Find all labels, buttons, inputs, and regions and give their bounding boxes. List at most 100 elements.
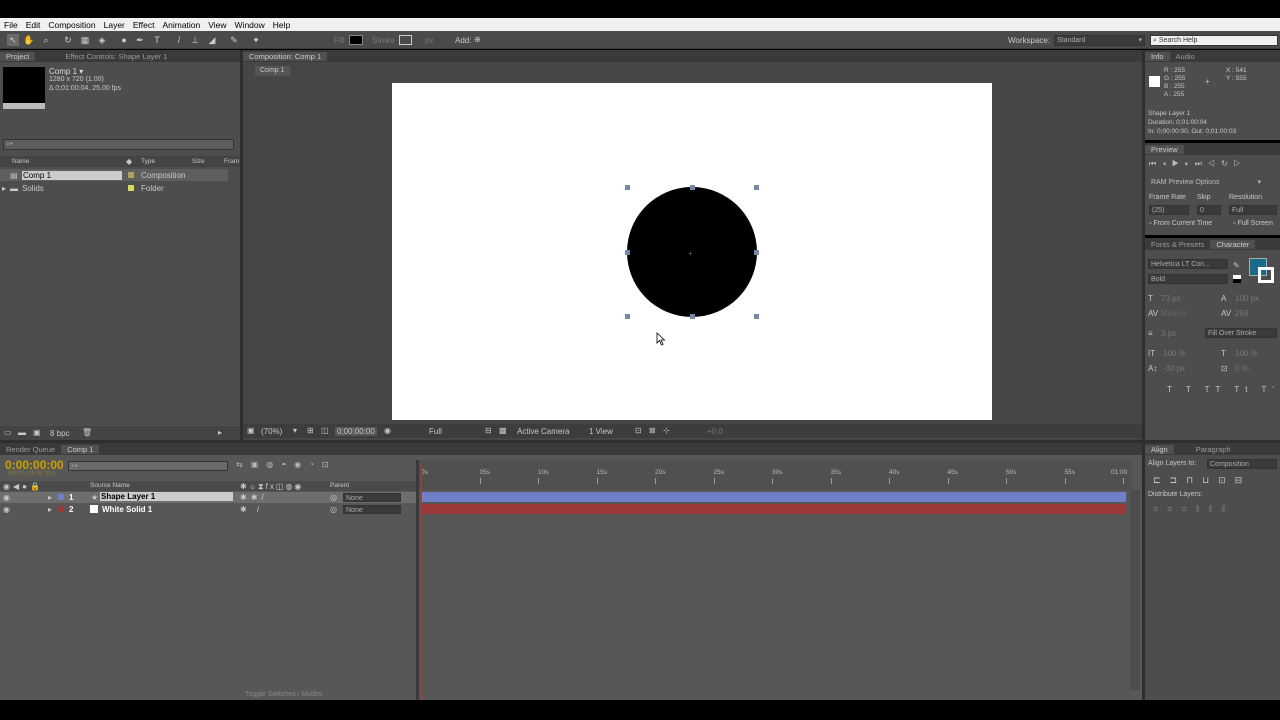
menu-layer[interactable]: Layer: [100, 20, 129, 30]
motion-blur-icon[interactable]: ◔: [309, 460, 322, 469]
rotate-tool-icon[interactable]: ↻: [62, 34, 74, 46]
parent-select[interactable]: None: [343, 493, 401, 502]
play-icon[interactable]: ▶: [1172, 159, 1185, 168]
tab-effect-controls[interactable]: Effect Controls: Shape Layer 1: [35, 52, 173, 61]
col-type[interactable]: Type: [141, 158, 155, 165]
menu-help[interactable]: Help: [269, 20, 294, 30]
eraser-tool-icon[interactable]: ◢: [206, 34, 218, 46]
ellipse-tool-icon[interactable]: ●: [118, 34, 130, 46]
menu-effect[interactable]: Effect: [129, 20, 159, 30]
menu-animation[interactable]: Animation: [158, 20, 204, 30]
stroke-mode-select[interactable]: Fill Over Stroke: [1205, 328, 1277, 338]
layout-icon[interactable]: ⊡: [635, 426, 642, 435]
col-name[interactable]: Name: [12, 158, 29, 165]
col-size[interactable]: Size: [192, 158, 205, 165]
grid-icon[interactable]: ⊞: [307, 426, 314, 435]
visibility-icon[interactable]: ◉: [3, 493, 10, 502]
new-comp-icon[interactable]: ▣: [33, 428, 41, 437]
loop-icon[interactable]: ↻: [1221, 159, 1234, 168]
stroke-swatch[interactable]: [399, 35, 412, 45]
time-ruler[interactable]: 0s 05s 10s 15s 20s 25s 30s 35s 40s 45s 50s 55s 01:00: [419, 460, 1132, 490]
prev-frame-icon[interactable]: ◂: [1162, 159, 1172, 168]
playback-controls[interactable]: ⏮◂▶▸⏭◁↻▷: [1149, 159, 1279, 171]
graph-editor-icon[interactable]: ⊡: [322, 460, 337, 469]
tracking-value[interactable]: 259: [1235, 309, 1248, 318]
draft-3d-icon[interactable]: ◍: [266, 460, 281, 469]
menu-view[interactable]: View: [204, 20, 230, 30]
stroke-width-value[interactable]: 3 px: [1161, 329, 1176, 338]
search-help-input[interactable]: ⌕ Search Help: [1150, 35, 1278, 46]
kerning-value[interactable]: Metrics: [1161, 309, 1187, 318]
tab-info[interactable]: Info: [1145, 51, 1170, 61]
horizontal-scale-value[interactable]: 100 %: [1235, 349, 1258, 358]
bit-depth[interactable]: 8 bpc: [50, 429, 70, 438]
handle-bottom[interactable]: [690, 314, 695, 319]
align-buttons[interactable]: ⊏⊐⊓⊔⊡⊟: [1153, 475, 1251, 486]
ram-preview-options[interactable]: RAM Preview Options ▾: [1149, 178, 1261, 188]
handle-top-right[interactable]: [754, 185, 759, 190]
snapshot-icon[interactable]: ◉: [384, 426, 391, 435]
frame-rate-select[interactable]: (25): [1149, 205, 1189, 215]
menu-composition[interactable]: Composition: [44, 20, 99, 30]
resolution-select[interactable]: Full: [1229, 205, 1277, 215]
eyedropper-icon[interactable]: ✎: [1233, 261, 1240, 270]
font-family-select[interactable]: Helvetica LT Con...: [1148, 259, 1228, 269]
pickwhip-icon[interactable]: ◎: [330, 493, 337, 502]
handle-top[interactable]: [690, 185, 695, 190]
camera-tool-icon[interactable]: ▦: [79, 34, 91, 46]
col-source-name[interactable]: Source Name: [90, 482, 130, 489]
handle-right[interactable]: [754, 250, 759, 255]
breadcrumb[interactable]: Comp 1: [255, 66, 290, 76]
puppet-pin-icon[interactable]: ✦: [250, 34, 262, 46]
pickwhip-icon[interactable]: ◎: [330, 505, 337, 514]
tab-character[interactable]: Character: [1210, 239, 1256, 249]
live-update-icon[interactable]: ▣: [251, 460, 267, 469]
interpret-icon[interactable]: ▭: [4, 428, 12, 437]
flowchart-icon[interactable]: ⊹: [663, 426, 670, 435]
ram-preview-icon[interactable]: ▷: [1234, 159, 1247, 168]
shy-icon[interactable]: ◓: [281, 460, 294, 469]
menu-edit[interactable]: Edit: [22, 20, 45, 30]
handle-bottom-left[interactable]: [625, 314, 630, 319]
roto-brush-icon[interactable]: ✎: [228, 34, 240, 46]
table-row[interactable]: ◉ ▸ 1 ★ Shape Layer 1 ✱✱/ ◎ None: [0, 492, 416, 503]
type-tool-icon[interactable]: T: [151, 34, 163, 46]
current-time[interactable]: 0;00:00:00: [335, 427, 377, 436]
tab-paragraph[interactable]: Paragraph: [1174, 445, 1237, 454]
transparency-icon[interactable]: ▩: [499, 426, 507, 435]
tab-comp[interactable]: Comp 1: [61, 444, 100, 454]
full-screen-checkbox[interactable]: ▫ Full Screen: [1233, 220, 1273, 227]
timecode[interactable]: 0:00:00:00: [5, 458, 64, 472]
distribute-buttons[interactable]: ≡≡≡⫴⫴⫴: [1153, 504, 1234, 515]
handle-left[interactable]: [625, 250, 630, 255]
handle-bottom-right[interactable]: [754, 314, 759, 319]
camera-select[interactable]: Active Camera: [517, 427, 569, 436]
tab-render-queue[interactable]: Render Queue: [0, 445, 61, 454]
table-row[interactable]: ◉ ▸ 2 White Solid 1 ✱ / ◎ None: [0, 504, 416, 515]
resolution-select[interactable]: Full: [429, 427, 442, 436]
from-current-checkbox[interactable]: ▫ From Current Time: [1149, 220, 1212, 227]
exposure-value[interactable]: +0.0: [707, 427, 723, 436]
visibility-icon[interactable]: ◉: [3, 505, 10, 514]
expand-icon[interactable]: ▸: [2, 184, 6, 193]
col-parent[interactable]: Parent: [330, 482, 349, 489]
region-icon[interactable]: ⊟: [485, 426, 492, 435]
mask-icon[interactable]: ◫: [321, 426, 329, 435]
expand-icon[interactable]: ▸: [48, 505, 52, 514]
fill-swatch[interactable]: [349, 35, 363, 45]
frame-blend-icon[interactable]: ◉: [294, 460, 309, 469]
view-select[interactable]: 1 View: [589, 427, 613, 436]
layer-switches[interactable]: ✱ /: [240, 505, 263, 514]
leading-value[interactable]: 100 px: [1235, 294, 1259, 303]
timeline-switches[interactable]: ⇆▣◍◓◉◔⊡: [236, 460, 406, 472]
stroke-color-swatch[interactable]: [1258, 267, 1274, 283]
zoom-tool-icon[interactable]: ⌕: [40, 34, 52, 46]
menu-window[interactable]: Window: [231, 20, 269, 30]
layer-switches[interactable]: ✱✱/: [240, 493, 268, 502]
font-size-value[interactable]: 73 px: [1161, 294, 1181, 303]
anchor-point-icon[interactable]: +: [688, 249, 693, 258]
pen-tool-icon[interactable]: ✒: [134, 34, 146, 46]
timeline-search-input[interactable]: ⌕▾: [68, 461, 228, 471]
first-frame-icon[interactable]: ⏮: [1149, 159, 1162, 168]
list-item[interactable]: ▸ ▬ Solids Folder: [0, 182, 228, 194]
